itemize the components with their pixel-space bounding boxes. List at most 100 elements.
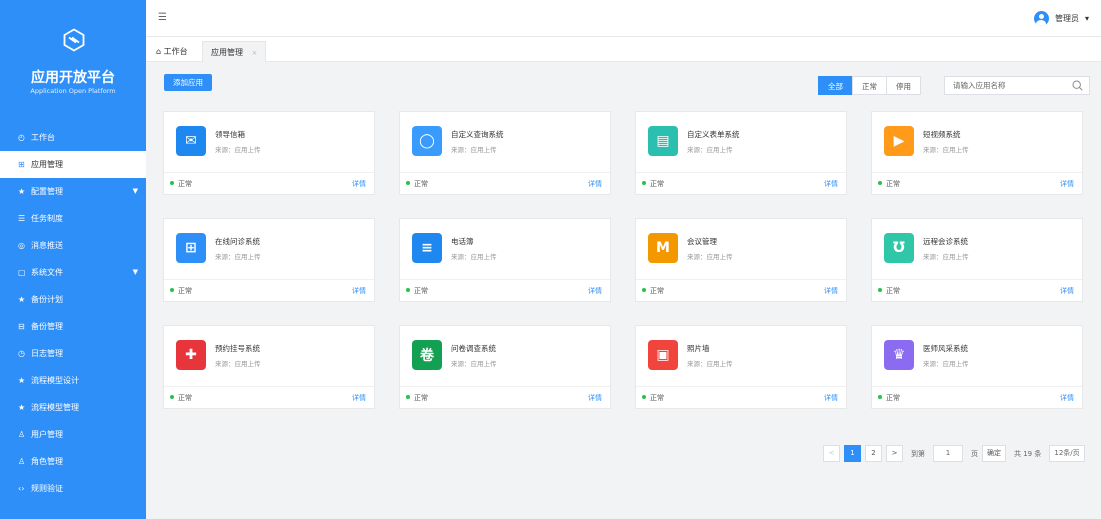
sidebar-item[interactable]: ◷ 日志管理	[0, 340, 146, 367]
detail-link[interactable]: 详情	[588, 393, 602, 403]
detail-link[interactable]: 详情	[588, 286, 602, 296]
confirm-button[interactable]: 确定	[982, 445, 1006, 462]
sidebar-item[interactable]: ◎ 消息推送	[0, 232, 146, 259]
detail-link[interactable]: 详情	[824, 179, 838, 189]
detail-link[interactable]: 详情	[1060, 179, 1074, 189]
app-card[interactable]: M 会议管理 来源：应用上传 正常 详情	[635, 218, 847, 302]
sidebar-item[interactable]: ▢ 系统文件 ▼	[0, 259, 146, 286]
sidebar-item[interactable]: ★ 流程模型设计	[0, 367, 146, 394]
sidebar-item[interactable]: ★ 流程模型管理	[0, 394, 146, 421]
status-text: 正常	[414, 394, 428, 402]
app-card[interactable]: ♛ 医师风采系统 来源：应用上传 正常 详情	[871, 325, 1083, 409]
status-dot-icon	[406, 395, 410, 399]
search-icon[interactable]	[1072, 80, 1083, 91]
status-text: 正常	[178, 287, 192, 295]
app-name: 自定义表单系统	[687, 130, 740, 139]
filter-disabled[interactable]: 停用	[886, 76, 921, 95]
tab-app-management[interactable]: 应用管理 ×	[202, 41, 267, 62]
main-content: 添加应用 全部 正常 停用 ✉领导信箱来源：应用上传正常详情◯自定义查询系统来源…	[146, 62, 1101, 519]
app-source: 来源：应用上传	[215, 253, 261, 261]
app-name: 短视频系统	[923, 130, 961, 139]
app-card[interactable]: ▣ 照片墙 来源：应用上传 正常 详情	[635, 325, 847, 409]
sidebar-item-label: 系统文件	[31, 268, 63, 277]
chevron-down-icon: ▾	[1084, 13, 1089, 23]
status-text: 正常	[414, 180, 428, 188]
sidebar-item[interactable]: ★ 配置管理 ▼	[0, 178, 146, 205]
status-badge: 正常	[642, 286, 664, 296]
sidebar-item[interactable]: ★ 备份计划	[0, 286, 146, 313]
sidebar-item[interactable]: ♙ 用户管理	[0, 421, 146, 448]
app-source: 来源：应用上传	[687, 360, 733, 368]
app-card[interactable]: ✉ 领导信箱 来源：应用上传 正常 详情	[163, 111, 375, 195]
clock-icon: ◷	[18, 349, 25, 358]
sidebar-item[interactable]: ☰ 任务制度	[0, 205, 146, 232]
user-menu[interactable]: 管理员 ▾	[1033, 10, 1089, 26]
app-name: 领导信箱	[215, 130, 245, 139]
tab-workbench[interactable]: ⌂ 工作台	[148, 41, 196, 62]
sidebar-item[interactable]: ♙ 角色管理	[0, 448, 146, 475]
sidebar: 应用开放平台 Application Open Platform ◴ 工作台 ⊞ 应用…	[0, 0, 146, 519]
search-input[interactable]	[945, 77, 1060, 94]
sidebar-item-label: 流程模型设计	[31, 376, 79, 385]
search-icon: ◯	[412, 126, 442, 156]
card-footer: 正常 详情	[164, 172, 374, 194]
sidebar-item[interactable]: ◴ 工作台	[0, 124, 146, 151]
sidebar-item-label: 消息推送	[31, 241, 63, 250]
sidebar-item[interactable]: ⊞ 应用管理	[0, 151, 146, 178]
sidebar-item-label: 规则验证	[31, 484, 63, 493]
detail-link[interactable]: 详情	[588, 179, 602, 189]
app-card[interactable]: ▶ 短视频系统 来源：应用上传 正常 详情	[871, 111, 1083, 195]
page-1-button[interactable]: 1	[844, 445, 861, 462]
sidebar-item[interactable]: ‹› 规则验证	[0, 475, 146, 502]
filter-normal[interactable]: 正常	[852, 76, 887, 95]
next-page-button[interactable]: >	[886, 445, 903, 462]
status-text: 正常	[650, 287, 664, 295]
app-name: 会议管理	[687, 237, 717, 246]
menu-toggle-icon[interactable]: ☰	[158, 12, 167, 23]
status-badge: 正常	[170, 393, 192, 403]
app-card[interactable]: ≡ 电话簿 来源：应用上传 正常 详情	[399, 218, 611, 302]
page-2-button[interactable]: 2	[865, 445, 882, 462]
status-text: 正常	[886, 287, 900, 295]
filter-all[interactable]: 全部	[818, 76, 853, 95]
status-dot-icon	[170, 395, 174, 399]
sidebar-item[interactable]: ⊟ 备份管理	[0, 313, 146, 340]
status-dot-icon	[878, 288, 882, 292]
detail-link[interactable]: 详情	[1060, 393, 1074, 403]
backup-icon: ⊟	[18, 322, 25, 331]
prev-page-button[interactable]: <	[823, 445, 840, 462]
detail-link[interactable]: 详情	[352, 179, 366, 189]
add-app-button[interactable]: 添加应用	[164, 74, 212, 91]
page-size-select[interactable]: 12条/页	[1049, 445, 1085, 462]
app-name: 问卷调查系统	[451, 344, 496, 353]
app-name: 在线问诊系统	[215, 237, 260, 246]
app-card[interactable]: Ʊ 远程会诊系统 来源：应用上传 正常 详情	[871, 218, 1083, 302]
avatar-icon	[1033, 10, 1049, 26]
status-filter: 全部 正常 停用	[818, 76, 921, 95]
app-card[interactable]: ▤ 自定义表单系统 来源：应用上传 正常 详情	[635, 111, 847, 195]
search-box	[944, 76, 1090, 95]
sidebar-item-label: 应用管理	[31, 160, 63, 169]
app-name: 医师风采系统	[923, 344, 968, 353]
card-footer: 正常 详情	[872, 386, 1082, 408]
app-card[interactable]: ✚ 预约挂号系统 来源：应用上传 正常 详情	[163, 325, 375, 409]
detail-link[interactable]: 详情	[824, 393, 838, 403]
card-footer: 正常 详情	[636, 279, 846, 301]
sidebar-item-label: 配置管理	[31, 187, 63, 196]
app-name: 远程会诊系统	[923, 237, 968, 246]
status-dot-icon	[406, 288, 410, 292]
status-badge: 正常	[642, 179, 664, 189]
meeting-icon: M	[648, 233, 678, 263]
goto-page-input[interactable]: 1	[933, 445, 963, 462]
detail-link[interactable]: 详情	[1060, 286, 1074, 296]
app-card[interactable]: ◯ 自定义查询系统 来源：应用上传 正常 详情	[399, 111, 611, 195]
app-card[interactable]: ⊞ 在线问诊系统 来源：应用上传 正常 详情	[163, 218, 375, 302]
sidebar-item-label: 工作台	[31, 133, 55, 142]
total-count: 共 19 条	[1014, 449, 1042, 458]
detail-link[interactable]: 详情	[824, 286, 838, 296]
card-footer: 正常 详情	[400, 386, 610, 408]
close-icon[interactable]: ×	[252, 49, 258, 57]
detail-link[interactable]: 详情	[352, 286, 366, 296]
app-card[interactable]: 卷问卷调查系统 来源：应用上传 正常 详情	[399, 325, 611, 409]
detail-link[interactable]: 详情	[352, 393, 366, 403]
